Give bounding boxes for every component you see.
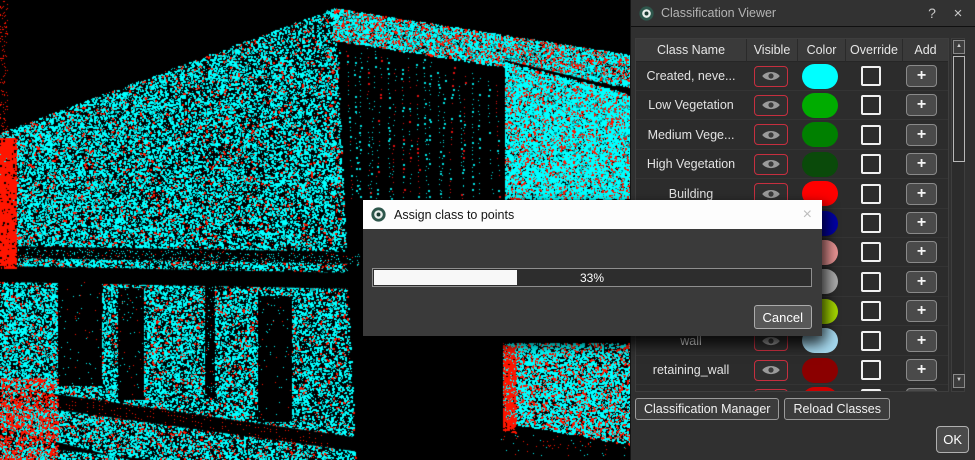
visibility-eye-button[interactable] xyxy=(754,389,788,392)
visibility-eye-button[interactable] xyxy=(754,66,788,87)
dialog-title: Assign class to points xyxy=(394,208,803,222)
override-checkbox[interactable] xyxy=(861,66,881,86)
dialog-logo-icon xyxy=(371,207,386,222)
table-scrollbar[interactable]: ▲ ▼ xyxy=(951,38,965,392)
override-checkbox[interactable] xyxy=(861,301,881,321)
eye-icon xyxy=(761,129,781,141)
add-button[interactable]: + xyxy=(906,94,937,116)
class-name-label: retaining_wall xyxy=(653,363,729,377)
visibility-eye-button[interactable] xyxy=(754,154,788,175)
dialog-close-icon[interactable]: × xyxy=(803,206,812,224)
class-row[interactable]: Created, neve... + xyxy=(636,62,948,91)
class-row[interactable]: + xyxy=(636,385,948,392)
override-checkbox[interactable] xyxy=(861,184,881,204)
class-name-label: High Vegetation xyxy=(647,157,735,171)
class-row[interactable]: Low Vegetation + xyxy=(636,91,948,120)
assign-class-dialog: Assign class to points × 33% Cancel xyxy=(363,200,822,336)
override-checkbox[interactable] xyxy=(861,331,881,351)
class-color-swatch[interactable] xyxy=(802,122,838,147)
add-button[interactable]: + xyxy=(906,65,937,87)
add-button[interactable]: + xyxy=(906,153,937,175)
class-color-swatch[interactable] xyxy=(802,93,838,118)
eye-icon xyxy=(761,364,781,376)
panel-title: Classification Viewer xyxy=(661,6,919,20)
class-name-label: Created, neve... xyxy=(647,69,736,83)
header-override[interactable]: Override xyxy=(846,39,903,62)
class-row[interactable]: retaining_wall + xyxy=(636,356,948,385)
progress-percent-label: 33% xyxy=(373,269,811,286)
override-checkbox[interactable] xyxy=(861,360,881,380)
class-color-swatch[interactable] xyxy=(802,152,838,177)
add-button[interactable]: + xyxy=(906,330,937,352)
add-button[interactable]: + xyxy=(906,271,937,293)
table-header: Class Name Visible Color Override Add xyxy=(636,39,948,62)
dialog-titlebar[interactable]: Assign class to points × xyxy=(363,200,822,229)
class-color-swatch[interactable] xyxy=(802,387,838,392)
eye-icon xyxy=(761,99,781,111)
scrollbar-thumb[interactable] xyxy=(953,56,965,162)
add-button[interactable]: + xyxy=(906,388,937,392)
override-checkbox[interactable] xyxy=(861,242,881,262)
header-visible[interactable]: Visible xyxy=(747,39,798,62)
class-row[interactable]: High Vegetation + xyxy=(636,150,948,179)
add-button[interactable]: + xyxy=(906,241,937,263)
header-color[interactable]: Color xyxy=(798,39,846,62)
override-checkbox[interactable] xyxy=(861,125,881,145)
eye-icon xyxy=(761,335,781,347)
app-logo-icon xyxy=(639,6,654,21)
help-icon[interactable]: ? xyxy=(919,5,945,21)
header-add[interactable]: Add xyxy=(903,39,948,62)
classification-manager-button[interactable]: Classification Manager xyxy=(635,398,779,420)
ok-button[interactable]: OK xyxy=(936,426,969,453)
override-checkbox[interactable] xyxy=(861,272,881,292)
class-row[interactable]: Medium Vege... + xyxy=(636,121,948,150)
cancel-button[interactable]: Cancel xyxy=(754,305,812,329)
close-icon[interactable]: × xyxy=(945,5,971,22)
add-button[interactable]: + xyxy=(906,300,937,322)
class-name-label: Medium Vege... xyxy=(648,128,735,142)
visibility-eye-button[interactable] xyxy=(754,95,788,116)
class-name-label: Building xyxy=(669,187,713,201)
reload-classes-button[interactable]: Reload Classes xyxy=(784,398,890,420)
add-button[interactable]: + xyxy=(906,359,937,381)
header-class-name[interactable]: Class Name xyxy=(636,39,747,62)
override-checkbox[interactable] xyxy=(861,95,881,115)
eye-icon xyxy=(761,158,781,170)
add-button[interactable]: + xyxy=(906,183,937,205)
class-color-swatch[interactable] xyxy=(802,358,838,383)
class-color-swatch[interactable] xyxy=(802,64,838,89)
class-name-label: Low Vegetation xyxy=(648,98,734,112)
panel-titlebar[interactable]: Classification Viewer ? × xyxy=(631,0,975,27)
progress-bar: 33% xyxy=(372,268,812,287)
override-checkbox[interactable] xyxy=(861,154,881,174)
override-checkbox[interactable] xyxy=(861,389,881,392)
add-button[interactable]: + xyxy=(906,124,937,146)
visibility-eye-button[interactable] xyxy=(754,124,788,145)
visibility-eye-button[interactable] xyxy=(754,360,788,381)
scroll-up-icon[interactable]: ▲ xyxy=(953,40,965,54)
scroll-down-icon[interactable]: ▼ xyxy=(953,374,965,388)
eye-icon xyxy=(761,70,781,82)
eye-icon xyxy=(761,188,781,200)
add-button[interactable]: + xyxy=(906,212,937,234)
override-checkbox[interactable] xyxy=(861,213,881,233)
